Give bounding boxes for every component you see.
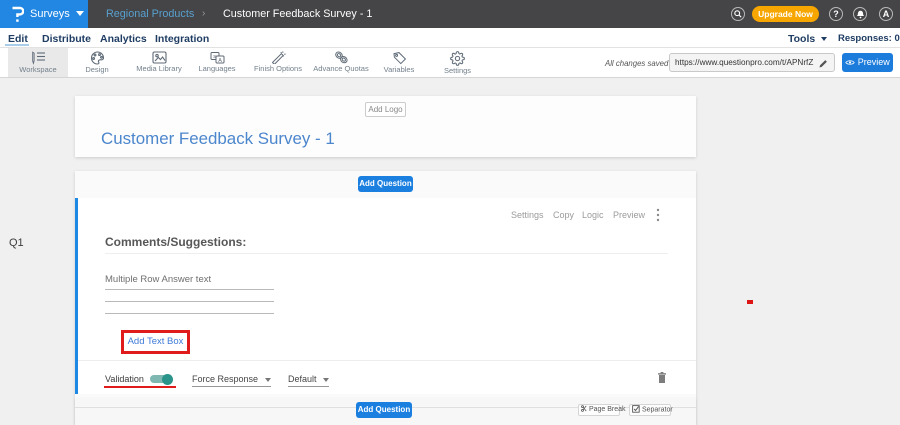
svg-text:A: A: [218, 58, 222, 64]
svg-text:s: s: [213, 54, 216, 60]
